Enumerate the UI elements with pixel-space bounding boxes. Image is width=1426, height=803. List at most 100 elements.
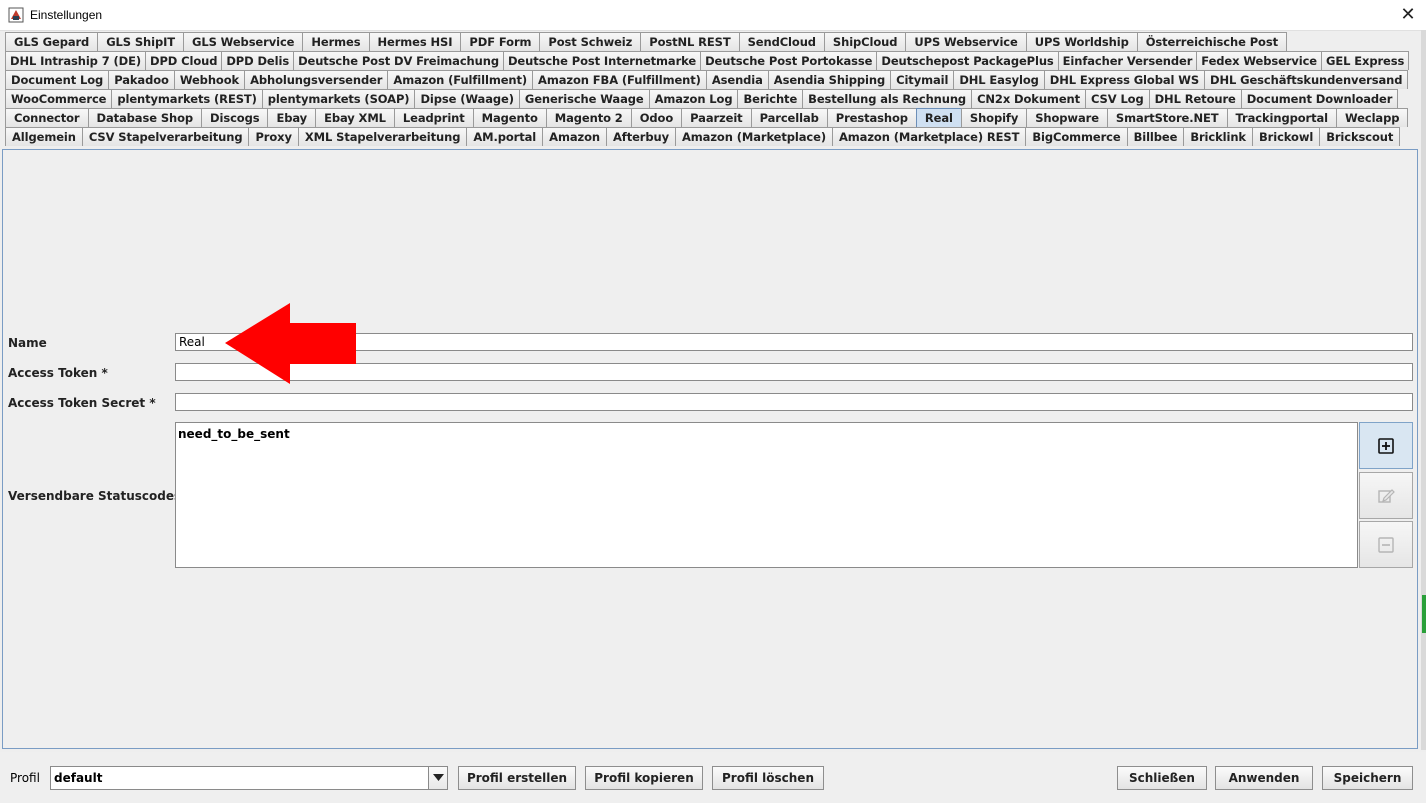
tab-dpd-cloud[interactable]: DPD Cloud — [145, 51, 223, 70]
name-input[interactable] — [175, 333, 1413, 351]
schliessen-button[interactable]: Schließen — [1117, 766, 1207, 790]
tab-database-shop[interactable]: Database Shop — [87, 108, 203, 127]
close-icon[interactable]: ✕ — [1396, 3, 1420, 27]
tab-ebay-xml[interactable]: Ebay XML — [315, 108, 395, 127]
tab-deutsche-post-dv-freimachung[interactable]: Deutsche Post DV Freimachung — [293, 51, 504, 70]
tab-bestellung-als-rechnung[interactable]: Bestellung als Rechnung — [802, 89, 973, 108]
edit-statuscode-button[interactable] — [1359, 472, 1413, 519]
tab-amazon-fulfillment[interactable]: Amazon (Fulfillment) — [387, 70, 534, 89]
tab-generische-waage[interactable]: Generische Waage — [518, 89, 650, 108]
tab-post-schweiz[interactable]: Post Schweiz — [539, 32, 642, 51]
tab-proxy[interactable]: Proxy — [248, 127, 299, 146]
tab-row-1: GLS Gepard GLS ShipIT GLS Webservice Hermes… — [5, 32, 1287, 51]
tab-bigcommerce[interactable]: BigCommerce — [1025, 127, 1128, 146]
tab-webhook[interactable]: Webhook — [173, 70, 246, 89]
tab-csv-log[interactable]: CSV Log — [1085, 89, 1150, 108]
tab-hermes[interactable]: Hermes — [302, 32, 370, 51]
tab-odoo[interactable]: Odoo — [630, 108, 683, 127]
tab-pdf-form[interactable]: PDF Form — [460, 32, 541, 51]
speichern-button[interactable]: Speichern — [1322, 766, 1413, 790]
tab-gel-express[interactable]: GEL Express — [1321, 51, 1410, 70]
tab-magento[interactable]: Magento — [472, 108, 547, 127]
profil-dropdown-button[interactable] — [428, 767, 447, 789]
tab-plentymarkets-soap[interactable]: plentymarkets (SOAP) — [261, 89, 416, 108]
tab-document-downloader[interactable]: Document Downloader — [1240, 89, 1399, 108]
tab-berichte[interactable]: Berichte — [737, 89, 804, 108]
list-item[interactable]: need_to_be_sent — [178, 427, 290, 441]
access-token-secret-input[interactable] — [175, 393, 1413, 411]
tab-bricklink[interactable]: Bricklink — [1183, 127, 1253, 146]
tab-plentymarkets-rest[interactable]: plentymarkets (REST) — [111, 89, 263, 108]
tab-leadprint[interactable]: Leadprint — [393, 108, 474, 127]
tab-trackingportal[interactable]: Trackingportal — [1226, 108, 1337, 127]
tab-dpd-delis[interactable]: DPD Delis — [221, 51, 295, 70]
tab-deutschepost-packageplus[interactable]: Deutschepost PackagePlus — [876, 51, 1059, 70]
tab-gls-gepard[interactable]: GLS Gepard — [5, 32, 99, 51]
tab-shopify[interactable]: Shopify — [960, 108, 1028, 127]
tab-xml-stapelverarbeitung[interactable]: XML Stapelverarbeitung — [297, 127, 468, 146]
tab-woocommerce[interactable]: WooCommerce — [5, 89, 113, 108]
tab-prestashop[interactable]: Prestashop — [826, 108, 917, 127]
tab-discogs[interactable]: Discogs — [201, 108, 269, 127]
tab-citymail[interactable]: Citymail — [890, 70, 955, 89]
tab-paarzeit[interactable]: Paarzeit — [681, 108, 752, 127]
statuscodes-list[interactable]: need_to_be_sent — [175, 422, 1358, 568]
tab-real[interactable]: Real — [915, 108, 962, 127]
tab-parcellab[interactable]: Parcellab — [750, 108, 828, 127]
tab-cn2x-dokument[interactable]: CN2x Dokument — [971, 89, 1086, 108]
tab-dhl-geschaftskundenversand[interactable]: DHL Geschäftskundenversand — [1204, 70, 1409, 89]
tab-pakadoo[interactable]: Pakadoo — [108, 70, 175, 89]
remove-statuscode-button[interactable] — [1359, 521, 1413, 568]
tab-dhl-retoure[interactable]: DHL Retoure — [1148, 89, 1242, 108]
profil-loeschen-button[interactable]: Profil löschen — [712, 766, 824, 790]
tab-connector[interactable]: Connector — [5, 108, 89, 127]
add-statuscode-button[interactable] — [1359, 422, 1413, 469]
tab-osterreichische-post[interactable]: Österreichische Post — [1136, 32, 1287, 51]
tab-amazon-fba-fulfillment[interactable]: Amazon FBA (Fulfillment) — [532, 70, 707, 89]
profil-select-value: default — [54, 771, 103, 785]
tab-abholungsversender[interactable]: Abholungsversender — [244, 70, 389, 89]
tab-ebay[interactable]: Ebay — [267, 108, 317, 127]
right-edge-marker — [1422, 595, 1426, 633]
tab-amazon[interactable]: Amazon — [542, 127, 607, 146]
tab-ups-webservice[interactable]: UPS Webservice — [905, 32, 1027, 51]
profil-erstellen-button[interactable]: Profil erstellen — [458, 766, 576, 790]
tab-weclapp[interactable]: Weclapp — [1336, 108, 1409, 127]
tab-dhl-intraship-7-de[interactable]: DHL Intraship 7 (DE) — [5, 51, 147, 70]
tab-brickscout[interactable]: Brickscout — [1319, 127, 1401, 146]
tab-ups-worldship[interactable]: UPS Worldship — [1025, 32, 1138, 51]
tab-amazon-log[interactable]: Amazon Log — [648, 89, 739, 108]
tab-csv-stapelverarbeitung[interactable]: CSV Stapelverarbeitung — [81, 127, 250, 146]
name-label: Name — [8, 336, 47, 350]
tab-am-portal[interactable]: AM.portal — [466, 127, 544, 146]
tab-amazon-marketplace[interactable]: Amazon (Marketplace) — [674, 127, 833, 146]
tab-asendia-shipping[interactable]: Asendia Shipping — [767, 70, 892, 89]
tab-deutsche-post-internetmarke[interactable]: Deutsche Post Internetmarke — [502, 51, 702, 70]
access-token-input[interactable] — [175, 363, 1413, 381]
tab-shopware[interactable]: Shopware — [1026, 108, 1108, 127]
tab-dipse-waage[interactable]: Dipse (Waage) — [414, 89, 520, 108]
tab-document-log[interactable]: Document Log — [5, 70, 110, 89]
tab-dhl-express-global-ws[interactable]: DHL Express Global WS — [1043, 70, 1206, 89]
profil-select[interactable]: default — [50, 766, 448, 790]
tab-einfacher-versender[interactable]: Einfacher Versender — [1057, 51, 1198, 70]
tab-billbee[interactable]: Billbee — [1126, 127, 1185, 146]
tab-allgemein[interactable]: Allgemein — [5, 127, 83, 146]
tab-dhl-easylog[interactable]: DHL Easylog — [953, 70, 1045, 89]
profil-kopieren-button[interactable]: Profil kopieren — [585, 766, 703, 790]
tab-asendia[interactable]: Asendia — [705, 70, 769, 89]
tab-hermes-hsi[interactable]: Hermes HSI — [368, 32, 462, 51]
tab-shipcloud[interactable]: ShipCloud — [823, 32, 907, 51]
tab-afterbuy[interactable]: Afterbuy — [605, 127, 676, 146]
tab-gls-shipit[interactable]: GLS ShipIT — [97, 32, 185, 51]
tab-magento-2[interactable]: Magento 2 — [545, 108, 632, 127]
anwenden-button[interactable]: Anwenden — [1215, 766, 1313, 790]
tab-deutsche-post-portokasse[interactable]: Deutsche Post Portokasse — [700, 51, 878, 70]
tab-gls-webservice[interactable]: GLS Webservice — [183, 32, 304, 51]
tab-sendcloud[interactable]: SendCloud — [738, 32, 825, 51]
tab-fedex-webservice[interactable]: Fedex Webservice — [1196, 51, 1323, 70]
tab-amazon-marketplace-rest[interactable]: Amazon (Marketplace) REST — [832, 127, 1027, 146]
tab-postnl-rest[interactable]: PostNL REST — [640, 32, 740, 51]
tab-brickowl[interactable]: Brickowl — [1251, 127, 1321, 146]
tab-smartstore-net[interactable]: SmartStore.NET — [1106, 108, 1228, 127]
